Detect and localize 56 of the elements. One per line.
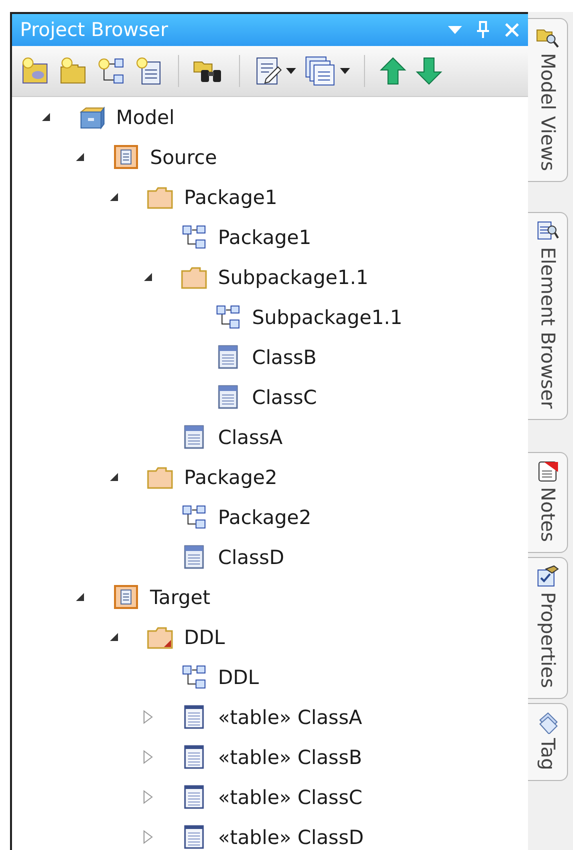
tree-item[interactable]: ClassC xyxy=(252,386,317,408)
new-package-button[interactable] xyxy=(58,56,88,86)
view-icon xyxy=(112,143,140,171)
diagram-icon xyxy=(180,663,208,691)
tree-item[interactable]: «table» ClassA xyxy=(218,706,362,728)
side-tab[interactable]: Tag xyxy=(528,702,568,781)
caret-icon xyxy=(286,68,296,74)
tree-item[interactable]: Source xyxy=(150,146,217,168)
window-title: Project Browser xyxy=(20,19,170,41)
diagram-icon xyxy=(180,503,208,531)
collapse-arrow-icon[interactable] xyxy=(41,112,51,122)
tree-item[interactable]: Subpackage1.1 xyxy=(218,266,368,288)
tree-item[interactable]: Subpackage1.1 xyxy=(252,306,402,328)
collapse-arrow-icon[interactable] xyxy=(109,472,119,482)
tree-item[interactable]: Package1 xyxy=(184,186,278,208)
tree-item[interactable]: «table» ClassC xyxy=(218,786,362,808)
diagram-icon xyxy=(214,303,242,331)
collapse-arrow-icon[interactable] xyxy=(109,192,119,202)
collapse-arrow-icon[interactable] xyxy=(75,152,85,162)
view-icon xyxy=(112,583,140,611)
tree-item[interactable]: ClassD xyxy=(218,546,284,568)
tree-item[interactable]: DDL xyxy=(184,626,225,648)
side-tab[interactable]: Element Browser xyxy=(528,212,568,420)
pages-button[interactable] xyxy=(304,55,350,87)
tree-item[interactable]: ClassB xyxy=(252,346,317,368)
tree-item[interactable]: «table» ClassD xyxy=(218,826,364,848)
new-diagram-button[interactable] xyxy=(96,56,126,86)
expand-arrow-icon[interactable] xyxy=(143,710,153,724)
checklist-icon xyxy=(536,564,560,588)
tree-item[interactable]: Package1 xyxy=(218,226,312,248)
tree-item[interactable]: Package2 xyxy=(218,506,312,528)
tree-item[interactable]: DDL xyxy=(218,666,259,688)
expand-arrow-icon[interactable] xyxy=(143,830,153,844)
edit-document-button[interactable] xyxy=(254,55,296,87)
tree-item[interactable]: ClassA xyxy=(218,426,283,448)
close-button[interactable] xyxy=(504,22,520,38)
diagram-icon xyxy=(180,223,208,251)
side-tab[interactable]: Notes xyxy=(528,452,568,553)
tree-item[interactable]: Target xyxy=(150,586,210,608)
notepad-icon xyxy=(536,458,560,483)
new-model-button[interactable] xyxy=(20,56,50,86)
dropdown-button[interactable] xyxy=(448,26,462,34)
move-down-button[interactable] xyxy=(415,56,443,86)
side-tab[interactable]: Model Views xyxy=(528,18,568,182)
pin-button[interactable] xyxy=(476,21,490,39)
caret-icon xyxy=(340,68,350,74)
expand-arrow-icon[interactable] xyxy=(143,750,153,764)
collapse-arrow-icon[interactable] xyxy=(143,272,153,282)
collapse-arrow-icon[interactable] xyxy=(75,592,85,602)
move-up-button[interactable] xyxy=(379,56,407,86)
tree-item[interactable]: Package2 xyxy=(184,466,278,488)
collapse-arrow-icon[interactable] xyxy=(109,632,119,642)
expand-arrow-icon[interactable] xyxy=(143,790,153,804)
tree-item[interactable]: Model xyxy=(116,106,175,128)
tree-item[interactable]: «table» ClassB xyxy=(218,746,362,768)
side-tab[interactable]: Properties xyxy=(528,556,568,699)
